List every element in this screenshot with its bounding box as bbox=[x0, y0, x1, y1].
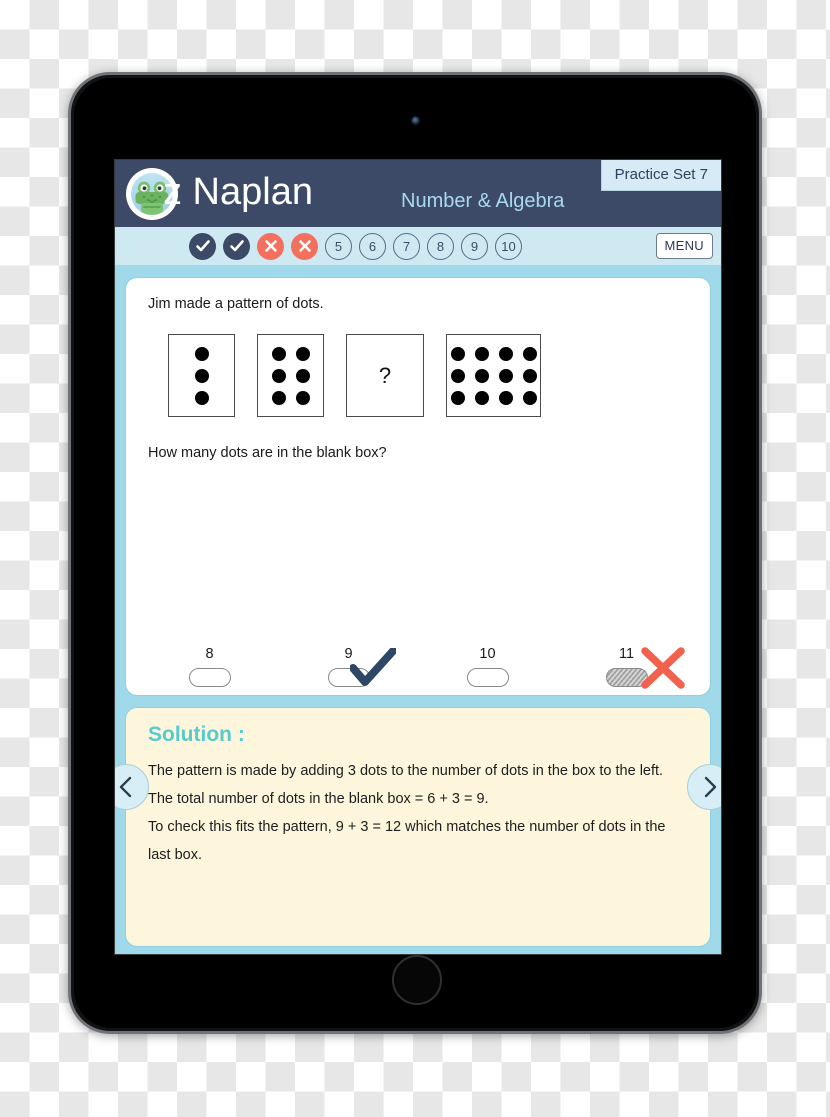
tablet-device: z Naplan Number & Algebra Practice Set 7… bbox=[68, 72, 762, 1034]
question-card: Jim made a pattern of dots. ? How many d… bbox=[125, 277, 711, 696]
solution-line-2: The total number of dots in the blank bo… bbox=[148, 791, 489, 807]
progress-pip-label: 5 bbox=[334, 238, 343, 254]
answer-option-10[interactable]: 10 bbox=[433, 646, 543, 687]
solution-body: The pattern is made by adding 3 dots to … bbox=[146, 757, 690, 869]
wrong-answer-cross-icon bbox=[640, 646, 686, 695]
pattern-dot bbox=[295, 368, 310, 383]
pattern-dot bbox=[295, 346, 310, 361]
answer-options: 8 9 10 11 bbox=[126, 646, 710, 689]
question-prompt-text: How many dots are in the blank box? bbox=[148, 445, 387, 461]
pattern-dot bbox=[450, 368, 465, 383]
correct-answer-check-icon bbox=[348, 647, 397, 693]
home-button[interactable] bbox=[392, 955, 442, 1005]
pattern-box-3-dots bbox=[168, 334, 235, 417]
progress-pip-2[interactable] bbox=[223, 232, 250, 260]
progress-pip-6[interactable]: 6 bbox=[359, 232, 386, 260]
pattern-dot bbox=[522, 368, 537, 383]
pattern-dot bbox=[194, 390, 209, 405]
pattern-dot bbox=[295, 390, 310, 405]
progress-pip-list: 5 6 7 8 9 10 bbox=[189, 232, 522, 260]
pattern-box-12-dots bbox=[446, 334, 541, 417]
pattern-dot bbox=[194, 368, 209, 383]
pattern-dot bbox=[450, 346, 465, 361]
pattern-dot bbox=[498, 390, 513, 405]
pattern-dot bbox=[498, 346, 513, 361]
pattern-dot bbox=[194, 346, 209, 361]
question-intro-text: Jim made a pattern of dots. bbox=[148, 296, 324, 312]
chevron-left-icon bbox=[119, 776, 132, 798]
pattern-dot bbox=[271, 368, 286, 383]
dot-grid bbox=[271, 346, 310, 405]
answer-option-label: 10 bbox=[479, 646, 496, 662]
pattern-dot bbox=[498, 368, 513, 383]
progress-pip-10[interactable]: 10 bbox=[495, 232, 522, 260]
pattern-dot bbox=[522, 390, 537, 405]
question-mark-glyph: ? bbox=[378, 362, 392, 388]
pattern-dot bbox=[474, 390, 489, 405]
progress-pip-9[interactable]: 9 bbox=[461, 232, 488, 260]
progress-pip-label: 6 bbox=[368, 238, 377, 254]
practice-set-badge[interactable]: Practice Set 7 bbox=[600, 160, 721, 191]
question-progress-bar: 5 6 7 8 9 10 MENU bbox=[115, 227, 721, 265]
progress-pip-label: 8 bbox=[436, 238, 445, 254]
answer-option-9[interactable]: 9 bbox=[294, 646, 404, 687]
cross-icon bbox=[264, 240, 277, 252]
progress-pip-3[interactable] bbox=[257, 232, 284, 260]
pattern-box-unknown: ? bbox=[346, 334, 424, 417]
answer-bubble[interactable] bbox=[466, 668, 509, 687]
menu-button[interactable]: MENU bbox=[655, 233, 713, 259]
cross-icon bbox=[298, 240, 311, 252]
pattern-dot bbox=[450, 390, 465, 405]
pattern-dot bbox=[271, 390, 286, 405]
pattern-dot bbox=[474, 368, 489, 383]
progress-pip-1[interactable] bbox=[189, 232, 216, 260]
camera-dot-icon bbox=[411, 117, 419, 124]
solution-line-1: The pattern is made by adding 3 dots to … bbox=[148, 763, 664, 779]
app-screen: z Naplan Number & Algebra Practice Set 7… bbox=[114, 159, 722, 955]
answer-option-8[interactable]: 8 bbox=[155, 646, 265, 687]
pattern-box-6-dots bbox=[257, 334, 324, 417]
app-title: z Naplan bbox=[163, 171, 313, 213]
answer-option-11[interactable]: 11 bbox=[572, 646, 685, 689]
solution-title: Solution : bbox=[148, 723, 245, 746]
progress-pip-label: 9 bbox=[470, 238, 479, 254]
pattern-dot bbox=[271, 346, 286, 361]
page-body: Jim made a pattern of dots. ? How many d… bbox=[115, 265, 721, 954]
check-icon bbox=[195, 240, 210, 252]
check-icon bbox=[229, 240, 244, 252]
answer-option-label: 8 bbox=[205, 646, 214, 662]
dot-grid bbox=[194, 346, 209, 405]
progress-pip-4[interactable] bbox=[291, 232, 318, 260]
pattern-dot bbox=[522, 346, 537, 361]
pattern-dot bbox=[474, 346, 489, 361]
progress-pip-7[interactable]: 7 bbox=[393, 232, 420, 260]
dot-pattern-sequence: ? bbox=[168, 334, 690, 417]
dot-grid bbox=[450, 346, 537, 405]
solution-line-3: To check this fits the pattern, 9 + 3 = … bbox=[148, 819, 666, 863]
chevron-right-icon bbox=[704, 776, 717, 798]
progress-pip-label: 7 bbox=[402, 238, 411, 254]
solution-card: Solution : The pattern is made by adding… bbox=[125, 707, 711, 947]
app-subtitle: Number & Algebra bbox=[401, 190, 565, 212]
answer-bubble[interactable] bbox=[188, 668, 231, 687]
progress-pip-label: 10 bbox=[501, 238, 516, 254]
progress-pip-8[interactable]: 8 bbox=[427, 232, 454, 260]
progress-pip-5[interactable]: 5 bbox=[325, 232, 352, 260]
app-header: z Naplan Number & Algebra Practice Set 7 bbox=[115, 160, 721, 227]
